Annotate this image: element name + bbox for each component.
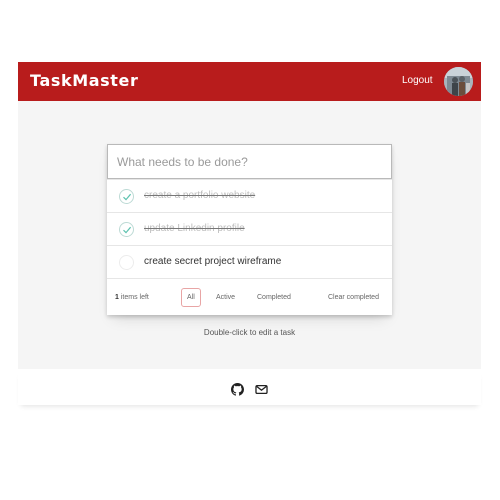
todo-item[interactable]: update Linkedin profile: [107, 212, 392, 245]
navbar: TaskMaster Logout: [18, 62, 481, 101]
checkmark-icon: [122, 226, 131, 233]
todo-label[interactable]: update Linkedin profile: [144, 223, 245, 234]
logout-link[interactable]: Logout: [402, 75, 433, 86]
todo-toggle-checkbox[interactable]: [119, 189, 134, 204]
todo-item[interactable]: create a portfolio website: [107, 179, 392, 212]
filter-all[interactable]: All: [181, 288, 201, 307]
checkmark-icon: [122, 193, 131, 200]
edit-hint: Double-click to edit a task: [203, 328, 296, 337]
items-left-count: 1 items left: [115, 294, 149, 301]
todo-label[interactable]: create secret project wireframe: [144, 256, 281, 267]
app-container: TaskMaster Logout create a portfolio web…: [18, 62, 481, 369]
todo-card: create a portfolio website update Linked…: [107, 144, 392, 315]
github-icon[interactable]: [231, 383, 244, 396]
todo-toggle-checkbox[interactable]: [119, 255, 134, 270]
todo-toggle-checkbox[interactable]: [119, 222, 134, 237]
todo-label[interactable]: create a portfolio website: [144, 190, 255, 201]
todo-item[interactable]: create secret project wireframe: [107, 245, 392, 278]
avatar-image: [444, 67, 473, 96]
new-todo-input[interactable]: [107, 144, 392, 179]
filter-active[interactable]: Active: [210, 288, 241, 307]
todo-footer: 1 items left All Active Completed Clear …: [107, 278, 392, 315]
filter-completed[interactable]: Completed: [251, 288, 297, 307]
items-left-suffix: items left: [118, 294, 149, 301]
brand-logo[interactable]: TaskMaster: [30, 71, 138, 90]
clear-completed-button[interactable]: Clear completed: [328, 294, 379, 301]
site-footer: [18, 369, 481, 405]
mail-icon[interactable]: [255, 383, 268, 396]
user-avatar[interactable]: [444, 67, 473, 96]
